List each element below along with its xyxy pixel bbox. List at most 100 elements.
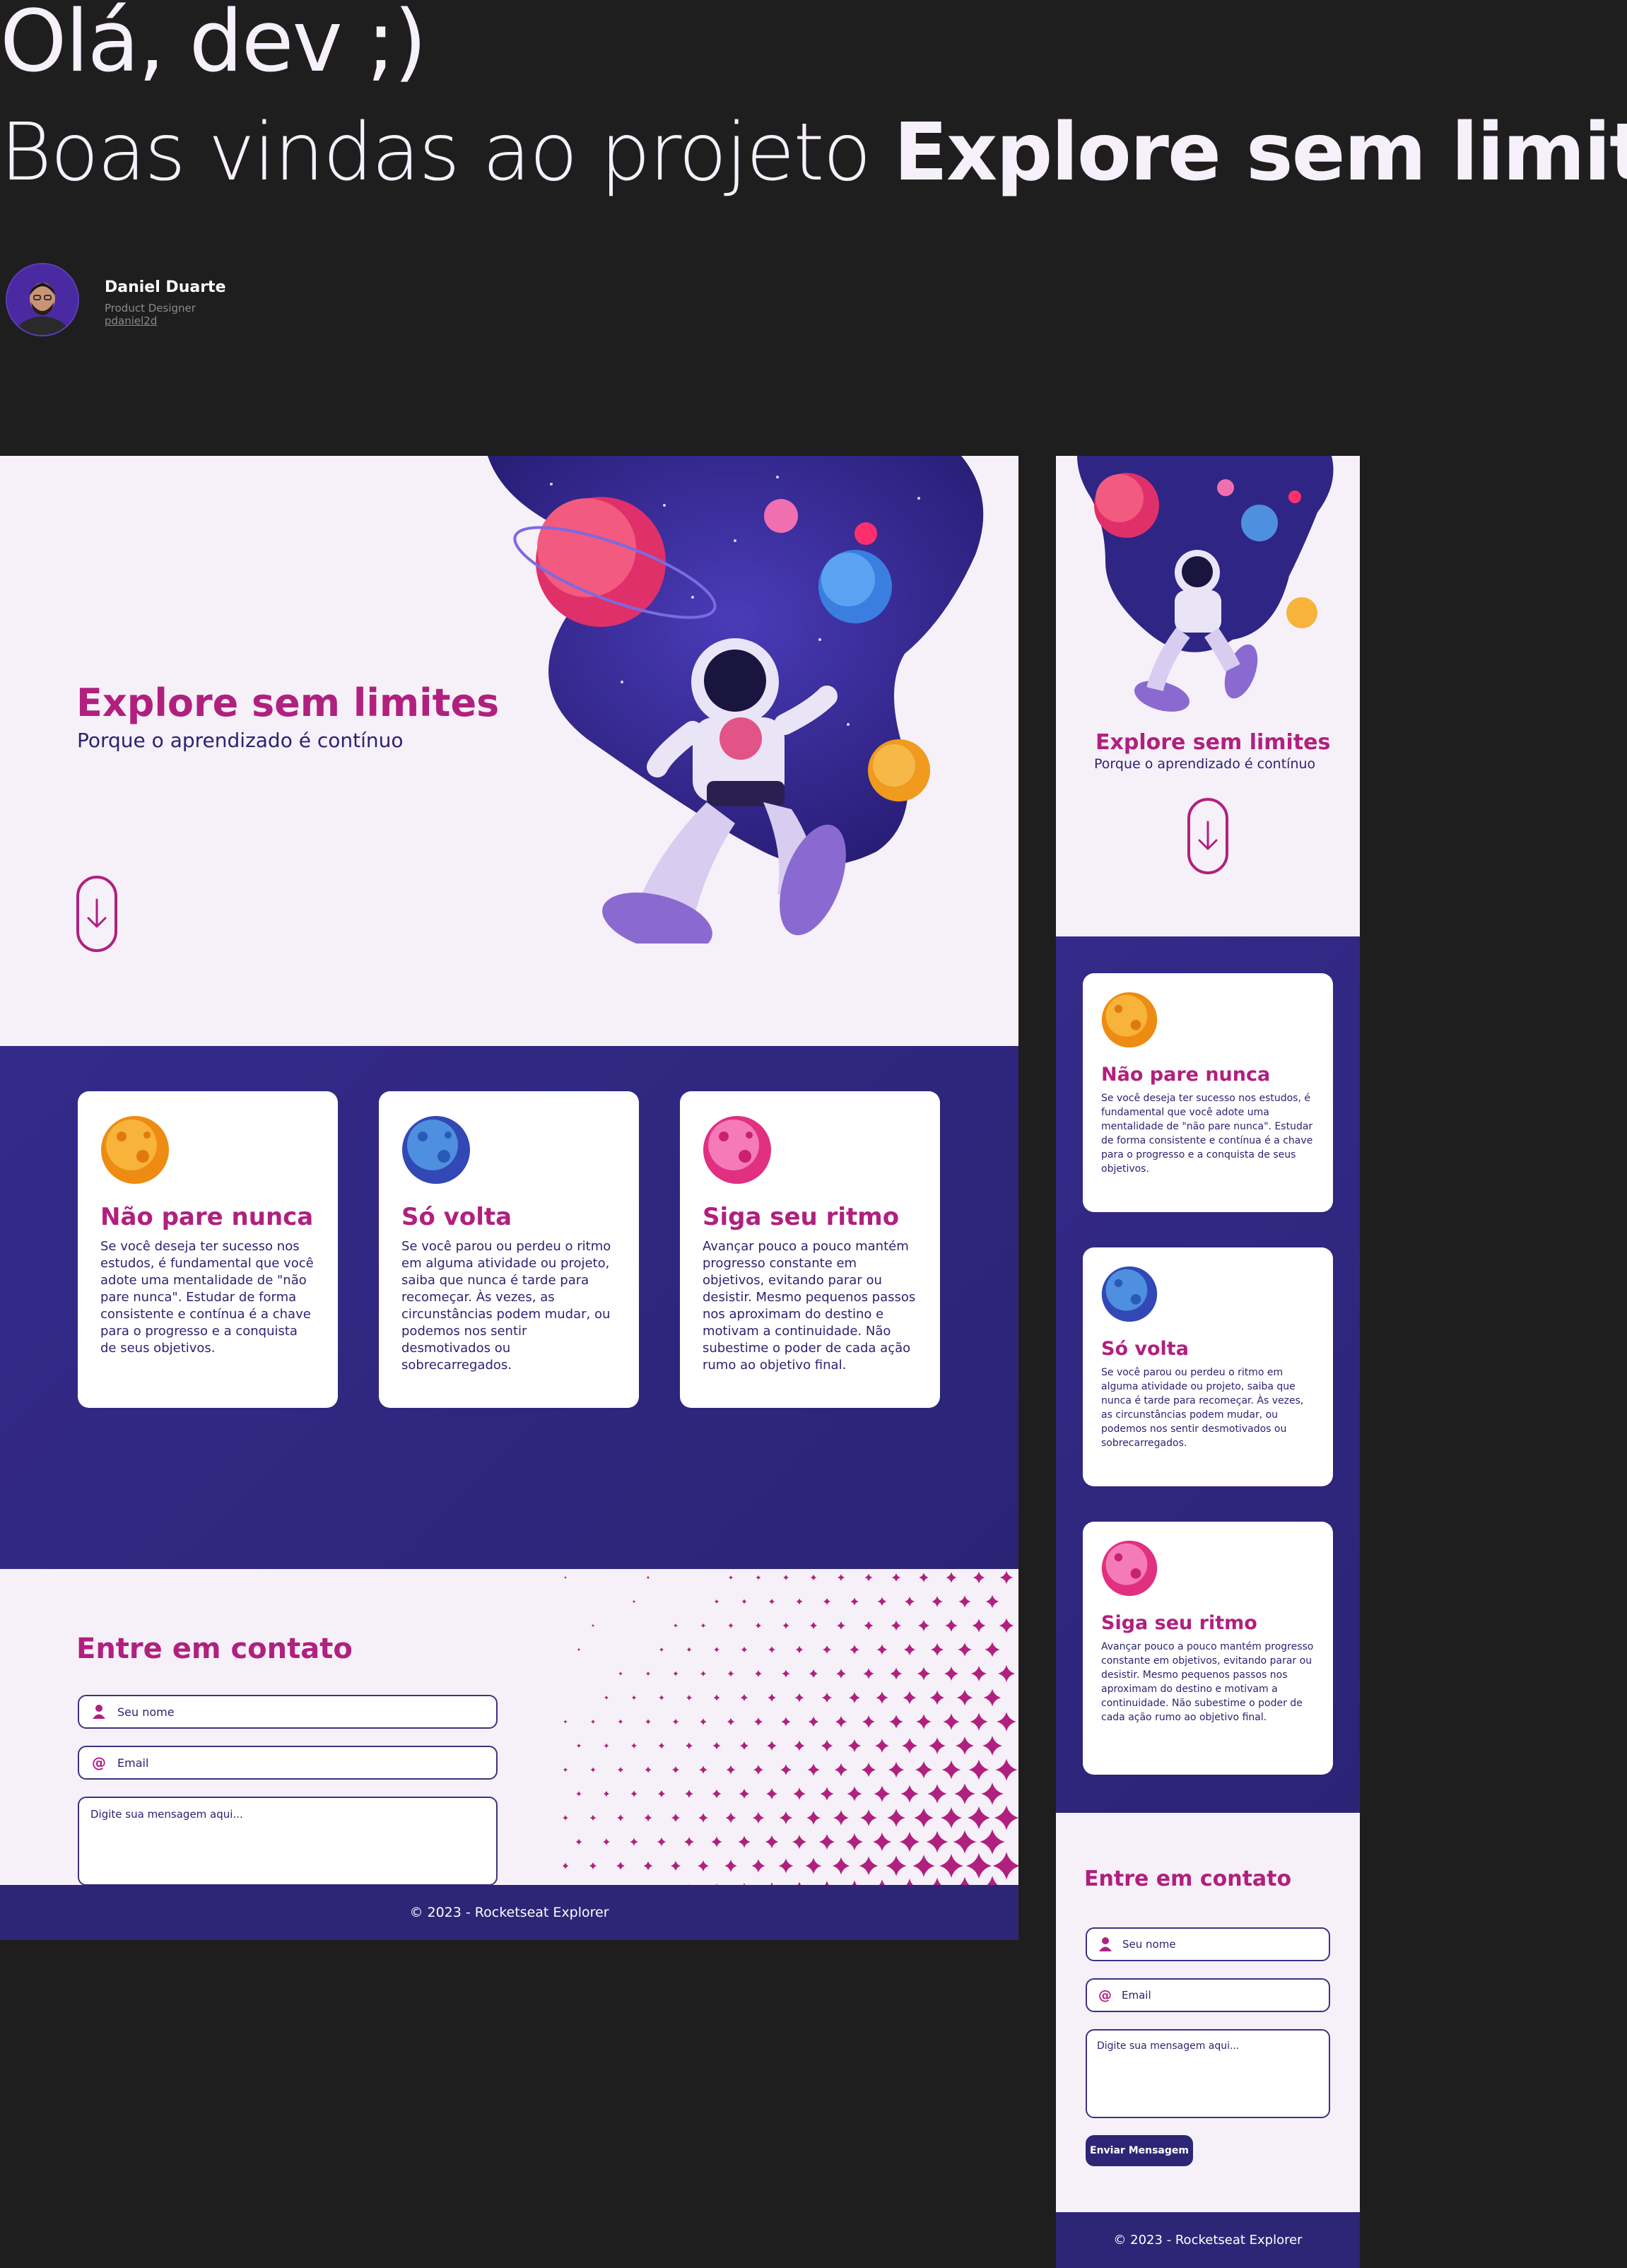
star-shape: [699, 1765, 707, 1774]
card-text: Se você parou ou perdeu o ritmo em algum…: [401, 1239, 611, 1373]
author-info: Daniel Duarte Product Designer pdaniel2d: [105, 263, 226, 327]
star-shape: [930, 1643, 944, 1657]
card-title: Siga seu ritmo: [1101, 1612, 1257, 1634]
star-shape: [618, 1719, 623, 1724]
user-icon: [1099, 1937, 1112, 1951]
star-shape: [643, 1861, 653, 1871]
star-shape: [985, 1642, 1000, 1657]
star-shape: [810, 1574, 817, 1581]
message-field[interactable]: Digite sua mensagem aqui...: [78, 1797, 498, 1886]
star-shape: [833, 1810, 849, 1826]
star-shape: [992, 1852, 1018, 1880]
star-shape: [617, 1766, 624, 1773]
blue-planet-icon: [402, 1116, 470, 1184]
star-shape: [891, 1620, 902, 1631]
star-shape: [999, 1618, 1014, 1633]
card-text: Avançar pouco a pouco mantém progresso c…: [1101, 1641, 1314, 1723]
star-shape: [890, 1667, 903, 1680]
star-shape: [902, 1738, 917, 1753]
welcome-heading: Boas vindas ao projeto Explore sem limit…: [0, 113, 1627, 192]
star-shape: [999, 1570, 1014, 1585]
name-placeholder: Seu nome: [117, 1705, 175, 1719]
star-shape: [864, 1621, 874, 1631]
person-avatar-icon: [7, 264, 78, 335]
star-shape: [673, 1671, 679, 1676]
star-shape: [874, 1738, 890, 1753]
star-shape: [686, 1694, 693, 1701]
star-shape: [850, 1597, 859, 1606]
star-shape: [887, 1809, 905, 1827]
star-shape: [589, 1814, 597, 1821]
star-shape: [672, 1718, 679, 1725]
send-message-button[interactable]: Enviar Mensagem: [1086, 2135, 1193, 2166]
feature-card: Siga seu ritmo Avançar pouco a pouco man…: [1083, 1522, 1333, 1775]
star-shape: [711, 1836, 722, 1847]
message-field[interactable]: Digite sua mensagem aqui...: [1086, 2029, 1330, 2118]
star-shape: [617, 1814, 624, 1821]
star-shape: [900, 1785, 919, 1803]
star-shape: [946, 1572, 957, 1583]
hero-subtitle: Porque o aprendizado é contínuo: [1094, 756, 1316, 772]
star-shape: [983, 1688, 1002, 1707]
star-shape: [685, 1790, 693, 1798]
star-shape: [932, 1596, 943, 1607]
name-field[interactable]: Seu nome: [78, 1695, 498, 1729]
star-shape: [768, 1646, 775, 1653]
star-shape: [874, 1785, 891, 1802]
star-shape: [849, 1692, 860, 1703]
contact-title: Entre em contato: [76, 1633, 353, 1665]
author-card: Daniel Duarte Product Designer pdaniel2d: [6, 263, 226, 336]
star-shape: [712, 1789, 722, 1799]
star-shape: [630, 1790, 638, 1797]
star-shape: [631, 1695, 637, 1700]
feature-card: Não pare nunca Se você deseja ter sucess…: [78, 1091, 338, 1408]
avatar: [6, 263, 79, 336]
star-shape: [939, 1854, 963, 1878]
star-shape: [805, 1857, 822, 1874]
greeting-heading: Olá, dev ;): [0, 0, 427, 91]
star-shape: [903, 1643, 916, 1656]
arrow-down-icon: [87, 898, 107, 928]
email-field[interactable]: @ Email: [1086, 1978, 1330, 2012]
star-shape: [755, 1622, 762, 1629]
star-shape: [756, 1575, 761, 1580]
star-shape: [953, 1830, 977, 1854]
star-shape: [728, 1575, 734, 1580]
star-shape: [768, 1598, 775, 1605]
star-shape: [821, 1692, 833, 1703]
blue-planet-icon: [1101, 1266, 1158, 1322]
name-field[interactable]: Seu nome: [1086, 1927, 1330, 1961]
star-shape: [793, 1787, 806, 1800]
star-shape: [644, 1814, 652, 1822]
star-shape: [658, 1742, 665, 1749]
email-field[interactable]: @ Email: [78, 1746, 498, 1780]
star-shape: [741, 1599, 747, 1604]
star-shape: [724, 1859, 737, 1872]
star-shape: [859, 1856, 879, 1876]
star-shape: [965, 1852, 992, 1879]
star-shape: [860, 1809, 877, 1826]
star-shape: [700, 1670, 707, 1677]
star-shape: [847, 1739, 862, 1753]
star-shape: [835, 1715, 847, 1728]
card-title: Não pare nunca: [100, 1203, 314, 1231]
star-shape: [850, 1645, 859, 1655]
star-shape: [700, 1718, 707, 1725]
star-shape: [778, 1858, 794, 1874]
star-shape: [576, 1743, 582, 1749]
star-shape: [684, 1837, 694, 1847]
author-handle-link[interactable]: pdaniel2d: [105, 315, 226, 327]
star-shape: [980, 1829, 1005, 1855]
star-shape: [698, 1813, 708, 1823]
welcome-prefix: Boas vindas ao projeto: [0, 107, 894, 199]
star-shape: [903, 1691, 917, 1705]
star-shape: [752, 1811, 765, 1824]
message-placeholder: Digite sua mensagem aqui...: [90, 1808, 243, 1821]
star-shape: [912, 1855, 935, 1877]
scroll-down-button[interactable]: [1187, 798, 1228, 874]
star-shape: [794, 1693, 804, 1703]
star-shape: [740, 1693, 748, 1702]
astronaut-illustration: [488, 456, 984, 944]
star-shape: [659, 1647, 664, 1652]
scroll-down-button[interactable]: [76, 876, 117, 952]
